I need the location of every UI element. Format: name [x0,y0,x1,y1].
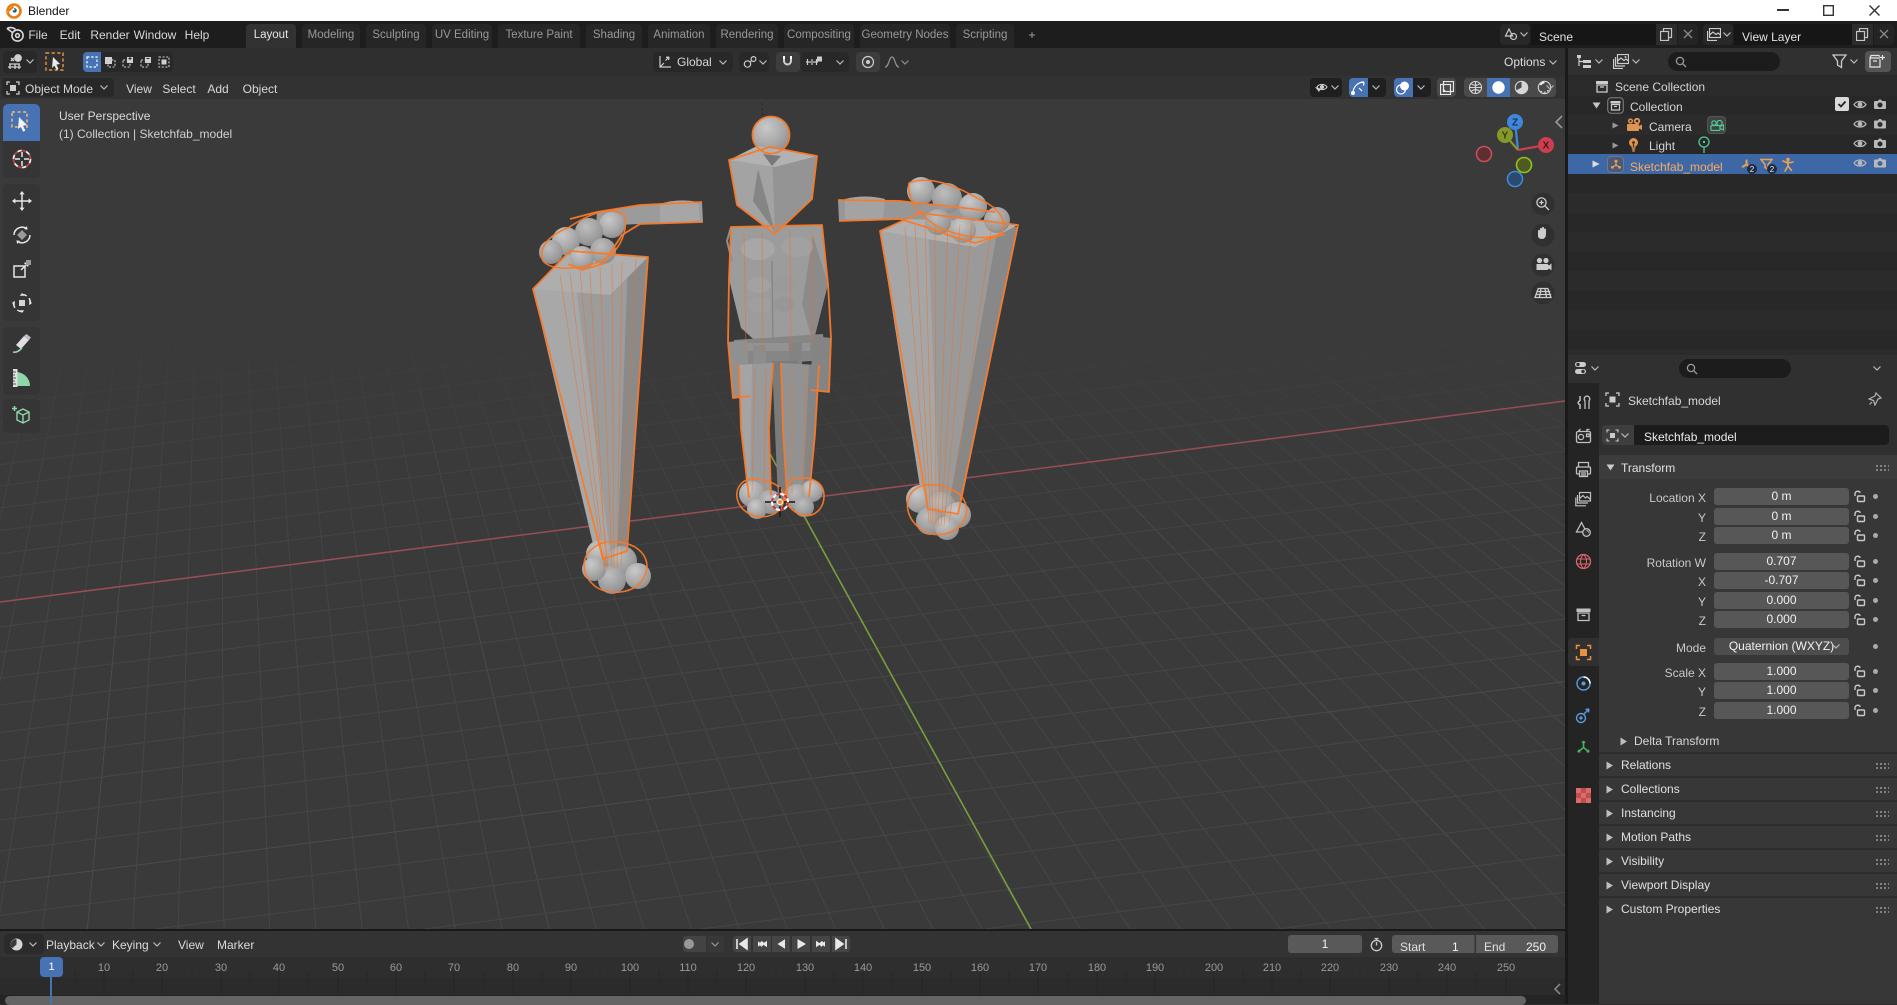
svg-text:Y: Y [1502,131,1509,142]
svg-text:Z: Z [1512,118,1518,129]
svg-text:X: X [1543,141,1550,152]
svg-text:2: 2 [1770,165,1775,174]
svg-text:2: 2 [1750,165,1755,174]
